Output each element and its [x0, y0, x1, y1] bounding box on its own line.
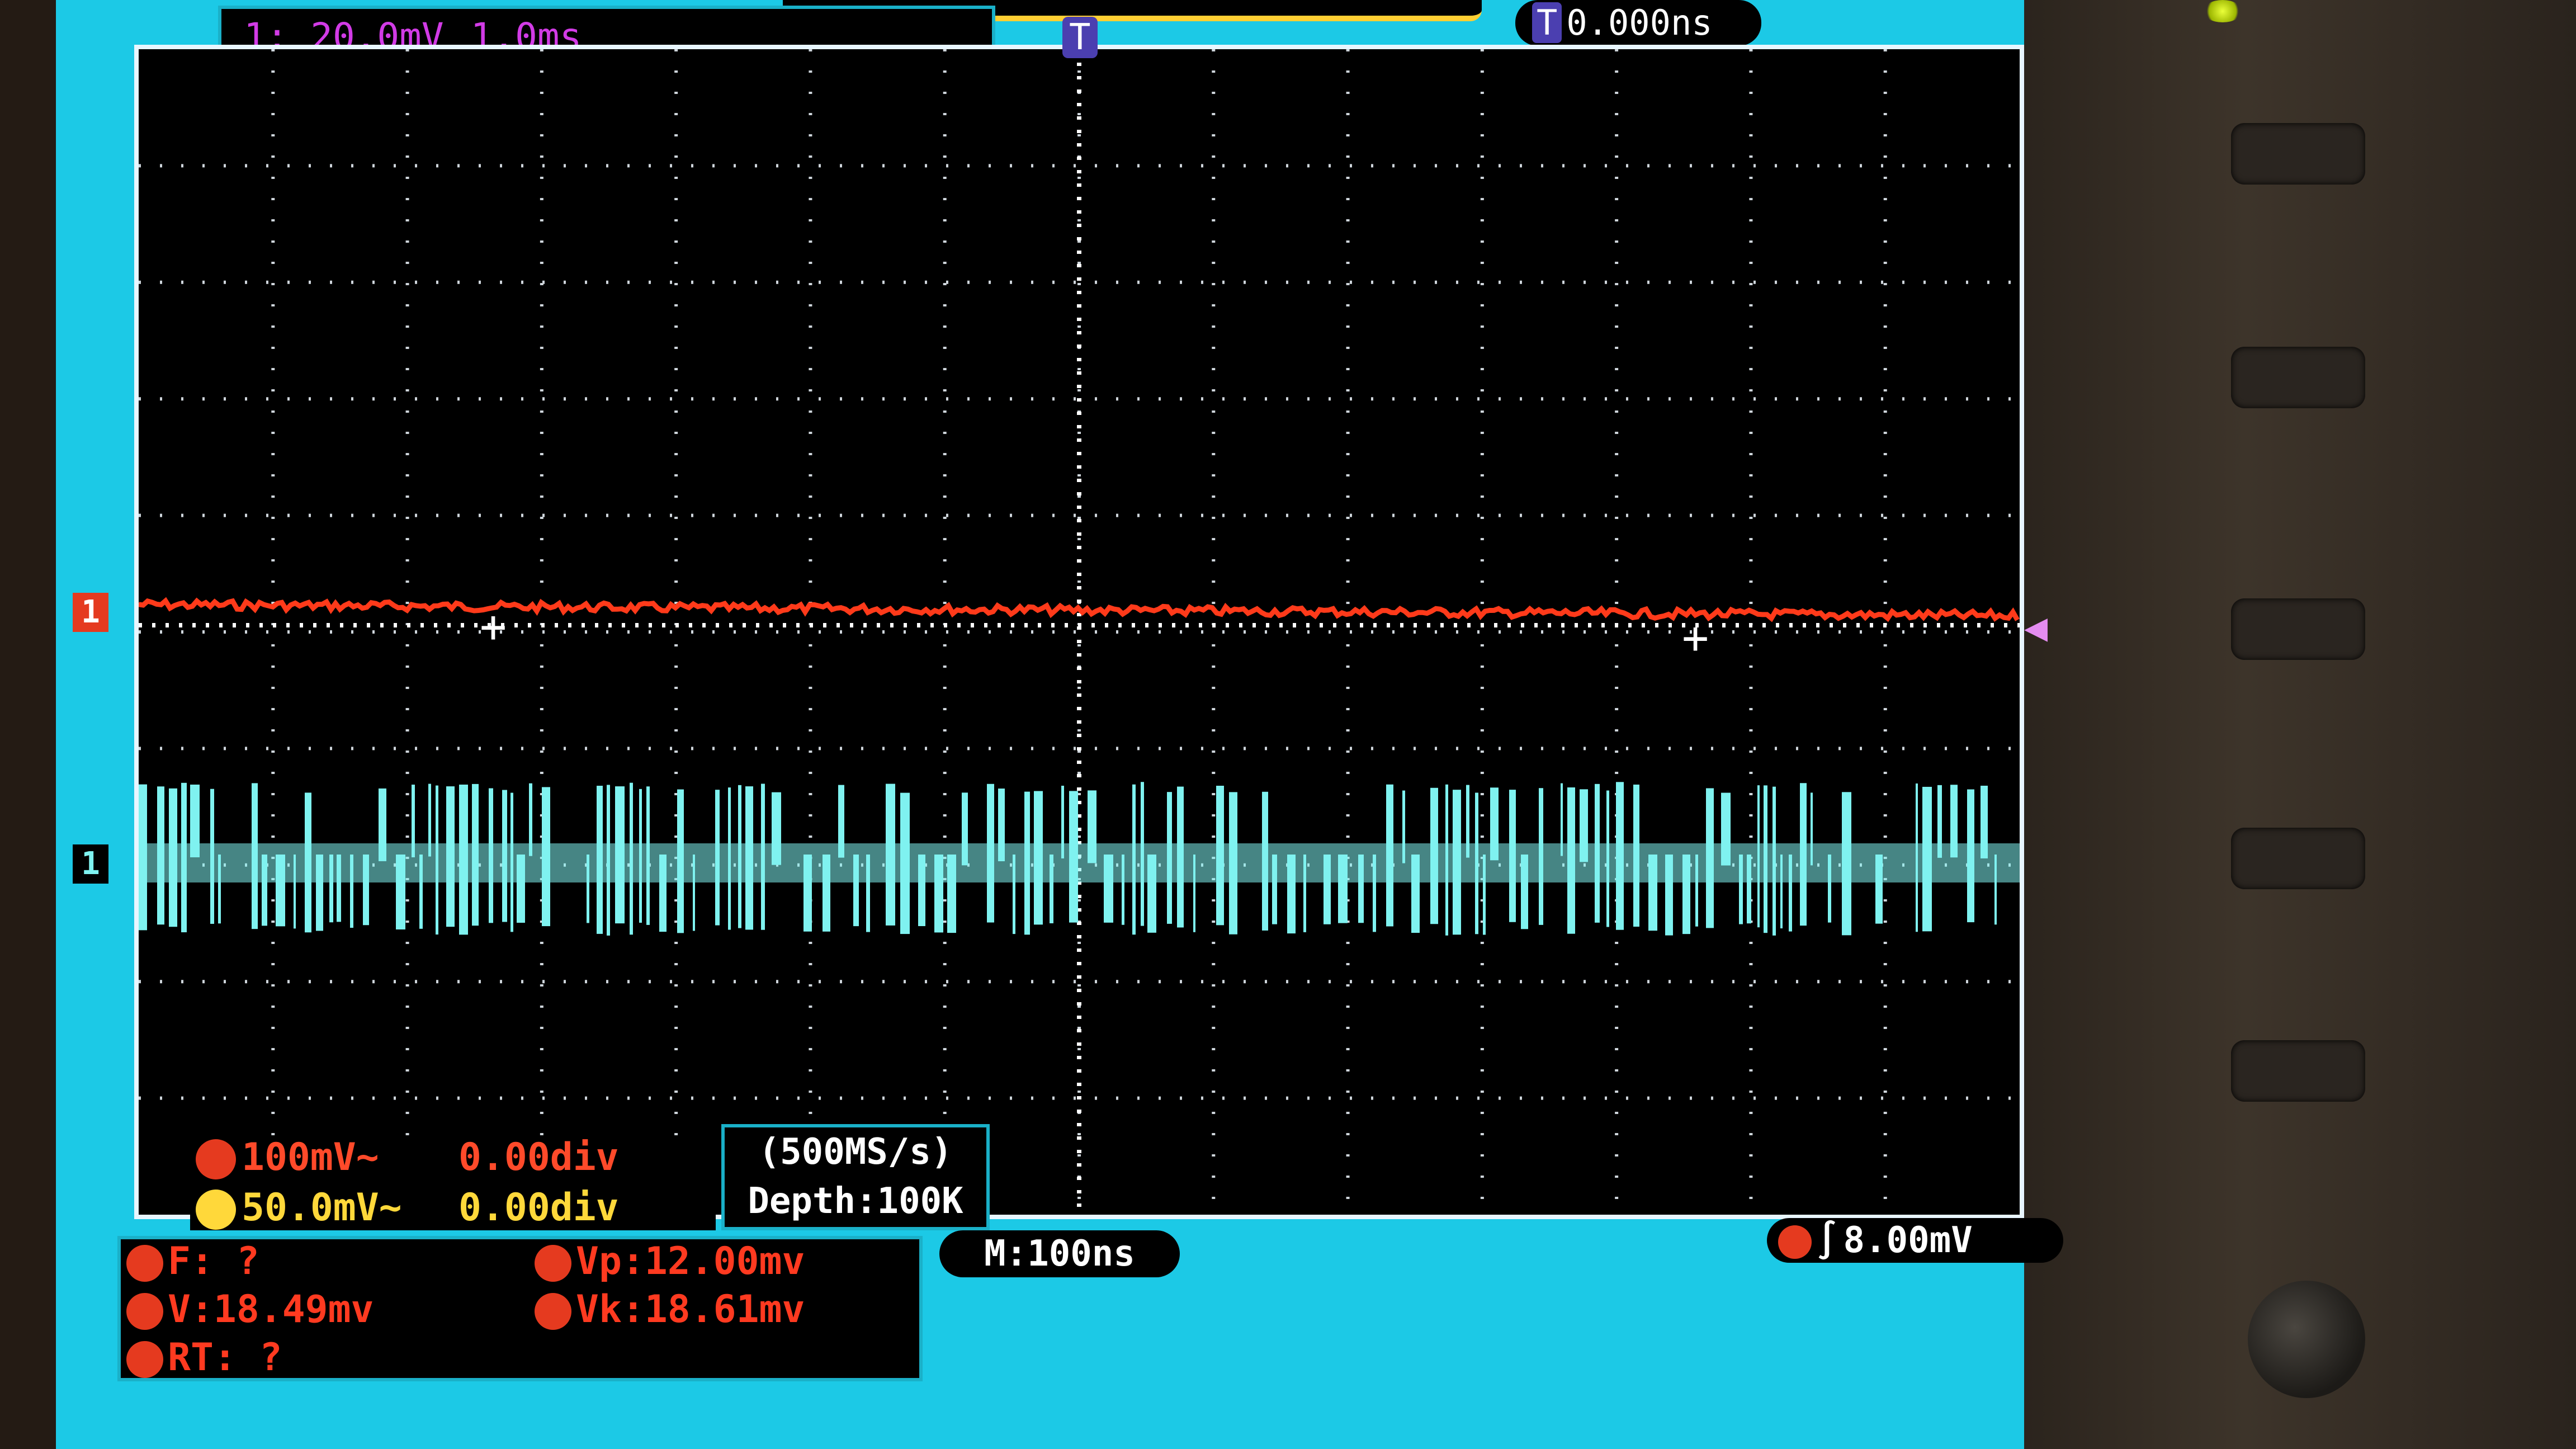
scope-bezel-right	[2024, 0, 2576, 1449]
trigger-time-offset: T 0.000ns	[1515, 0, 1761, 46]
ch1-position-marker[interactable]: 1	[73, 593, 108, 632]
digital-band	[139, 843, 2020, 882]
ch1-indicator-icon	[1778, 1225, 1812, 1259]
ch1-indicator-icon	[126, 1341, 163, 1379]
acquisition-info-box: (500MS/s) Depth:100K	[721, 1124, 990, 1230]
ch1-indicator-icon	[196, 1139, 236, 1180]
front-panel-button[interactable]	[2231, 828, 2365, 889]
cursor-marker: +	[480, 601, 507, 653]
ch1-scale: 100mV~	[242, 1135, 379, 1179]
ch1-indicator-icon	[535, 1293, 571, 1330]
ch1-indicator-icon	[535, 1245, 571, 1282]
measurement-frequency: F: ?	[126, 1239, 259, 1284]
measurement-panel: F: ? V:18.49mv RT: ? Vp:12.00mv Vk:18.61…	[117, 1236, 923, 1381]
power-led-icon	[2203, 0, 2242, 22]
timebase-indicator[interactable]: M:100ns	[939, 1230, 1180, 1277]
adjust-knob[interactable]	[2248, 1281, 2365, 1398]
front-panel-button[interactable]	[2231, 347, 2365, 408]
front-panel-button[interactable]	[2231, 1040, 2365, 1102]
measurement-vk: Vk:18.61mv	[535, 1287, 805, 1332]
digital-waveform	[139, 782, 2020, 936]
oscilloscope-screen: 1: 20.0mV 1.0ms T 0.000ns + + T ◀ 1 1 100m…	[56, 0, 2063, 1449]
sample-rate: (500MS/s)	[758, 1131, 953, 1173]
trigger-position-icon: T	[1532, 2, 1562, 43]
rising-edge-icon: ∫	[1816, 1220, 1838, 1261]
ch2-scale: 50.0mV~	[242, 1186, 402, 1230]
ch2-status-row[interactable]: 50.0mV~ 0.00div	[190, 1186, 716, 1230]
trigger-level-value: 8.00mV	[1843, 1220, 1973, 1261]
graticule: + +	[139, 49, 2020, 1215]
trigger-position-icon: T	[1062, 17, 1098, 58]
front-panel-button[interactable]	[2231, 598, 2365, 660]
waveform-display: + +	[134, 45, 2024, 1219]
ch2-indicator-icon	[196, 1190, 236, 1230]
measurement-vpeak: Vp:12.00mv	[535, 1239, 805, 1284]
trigger-level-arrow-icon: ◀	[2024, 604, 2048, 650]
memory-depth: Depth:100K	[748, 1181, 963, 1222]
measurement-rise-time: RT: ?	[126, 1335, 282, 1380]
cursor-marker: +	[1682, 612, 1709, 664]
ch1-status-row[interactable]: 100mV~ 0.00div	[190, 1135, 716, 1180]
trigger-time-value: 0.000ns	[1566, 2, 1713, 43]
ch1-reference-marker[interactable]: 1	[73, 844, 108, 884]
trigger-level-indicator[interactable]: ∫ 8.00mV	[1767, 1218, 2063, 1263]
measurement-voltage: V:18.49mv	[126, 1287, 374, 1332]
ch1-offset: 0.00div	[459, 1135, 619, 1179]
ch1-indicator-icon	[126, 1293, 163, 1330]
front-panel-button[interactable]	[2231, 123, 2365, 185]
ch2-offset: 0.00div	[459, 1186, 619, 1230]
ch1-indicator-icon	[126, 1245, 163, 1282]
scope-bezel-left	[0, 0, 62, 1449]
